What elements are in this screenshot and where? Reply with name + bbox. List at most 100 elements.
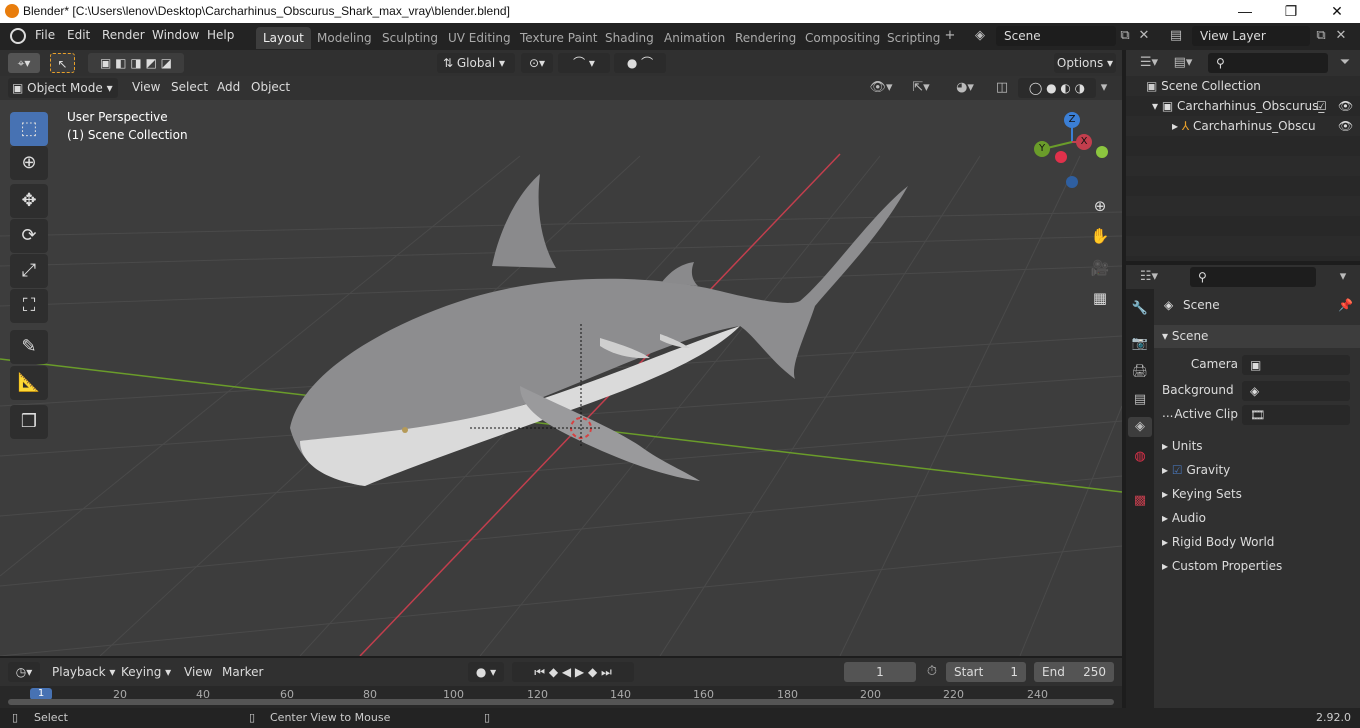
- timeline-editor-type-icon[interactable]: ◷▾: [8, 662, 40, 682]
- timeline-menu-marker[interactable]: Marker: [222, 665, 263, 679]
- audio-panel-header[interactable]: ▸ Audio: [1154, 507, 1360, 530]
- start-frame-field[interactable]: Start 1: [946, 662, 1026, 682]
- transform-orientation-dropdown[interactable]: ⇅ Global ▾: [437, 53, 515, 73]
- keying-sets-panel-header[interactable]: ▸ Keying Sets: [1154, 483, 1360, 506]
- xray-icon[interactable]: ◫: [992, 78, 1012, 98]
- tab-compositing[interactable]: Compositing: [798, 27, 887, 49]
- view-layer-tab-icon[interactable]: ▤: [1130, 390, 1150, 410]
- gizmo-x-axis[interactable]: X: [1076, 134, 1092, 150]
- outliner-row-collection[interactable]: ▾ ▣ Carcharhinus_Obscurus_ ☑ 👁: [1126, 96, 1360, 116]
- tab-texture-paint[interactable]: Texture Paint: [513, 27, 604, 49]
- shading-options-icon[interactable]: ▾: [1096, 78, 1112, 98]
- current-frame-field[interactable]: 1: [844, 662, 916, 682]
- shark-model[interactable]: [290, 174, 908, 486]
- filter-icon[interactable]: ⏷: [1336, 53, 1354, 73]
- rotate-tool[interactable]: ⟳: [10, 219, 48, 253]
- viewport-menu-add[interactable]: Add: [217, 80, 240, 94]
- world-tab-icon[interactable]: ◍: [1130, 447, 1150, 467]
- cursor-tool[interactable]: ⊕: [10, 146, 48, 180]
- add-cube-tool[interactable]: ❒: [10, 405, 48, 439]
- measure-tool[interactable]: 📐: [10, 366, 48, 400]
- selection-mode-icons[interactable]: ▣ ◧ ◨ ◩ ◪: [88, 53, 184, 73]
- timeline-menu-keying[interactable]: Keying ▾: [121, 665, 171, 679]
- tab-animation[interactable]: Animation: [657, 27, 732, 49]
- properties-editor-type-icon[interactable]: ☷▾: [1134, 267, 1164, 287]
- maximize-button[interactable]: ❐: [1268, 0, 1314, 23]
- collection-eye-icon[interactable]: 👁: [1338, 96, 1353, 116]
- annotate-tool[interactable]: ✎: [10, 330, 48, 364]
- units-panel-header[interactable]: ▸ Units: [1154, 435, 1360, 458]
- zoom-icon[interactable]: ⊕: [1086, 192, 1114, 220]
- editor-type-icon[interactable]: ⌖▾: [8, 53, 40, 73]
- timeline-scrollbar[interactable]: [8, 699, 1114, 705]
- menu-help[interactable]: Help: [207, 28, 234, 42]
- end-frame-field[interactable]: End 250: [1034, 662, 1114, 682]
- stopwatch-icon[interactable]: ⏱: [922, 662, 942, 682]
- pin-icon[interactable]: 📌: [1338, 294, 1353, 317]
- menu-file[interactable]: File: [35, 28, 55, 42]
- pivot-point-icon[interactable]: ⊙▾: [521, 53, 553, 73]
- close-button[interactable]: ✕: [1314, 0, 1360, 23]
- scene-icon[interactable]: ◈: [966, 26, 994, 46]
- playback-controls[interactable]: ⏮ ◆ ◀ ▶ ◆ ⏭: [512, 662, 634, 682]
- gravity-panel-header[interactable]: ▸ ☑ Gravity: [1154, 459, 1360, 482]
- properties-options-icon[interactable]: ▾: [1334, 267, 1352, 287]
- expand-arrow-icon[interactable]: ▸: [1172, 119, 1182, 133]
- gizmo-neg-z[interactable]: [1066, 176, 1078, 188]
- visibility-icon[interactable]: 👁▾: [866, 78, 896, 98]
- gizmo-toggle-icon[interactable]: ⇱▾: [902, 78, 940, 98]
- collection-checkbox[interactable]: ☑: [1316, 96, 1327, 116]
- scene-selector[interactable]: Scene: [996, 26, 1116, 46]
- display-mode-icon[interactable]: ▤▾: [1168, 53, 1198, 73]
- camera-view-icon[interactable]: 🎥: [1086, 254, 1114, 282]
- camera-field[interactable]: ▣: [1242, 355, 1350, 375]
- scene-tab-icon[interactable]: ◈: [1128, 417, 1152, 437]
- delete-scene-icon[interactable]: ✕: [1136, 26, 1152, 46]
- tab-uv-editing[interactable]: UV Editing: [441, 27, 518, 49]
- view-layer-selector[interactable]: View Layer: [1192, 26, 1310, 46]
- transform-tool[interactable]: ⛶: [10, 289, 48, 323]
- outliner-row-scene-collection[interactable]: ▣ Scene Collection: [1126, 76, 1360, 96]
- overlay-toggle-icon[interactable]: ◕▾: [946, 78, 984, 98]
- gizmo-z-axis[interactable]: Z: [1064, 112, 1080, 128]
- gizmo-neg-x[interactable]: [1055, 151, 1067, 163]
- tab-sculpting[interactable]: Sculpting: [375, 27, 445, 49]
- mode-dropdown[interactable]: ▣ Object Mode ▾: [8, 78, 118, 98]
- timeline-ruler[interactable]: 1 20 40 60 80 100 120 140 160 180 200 22…: [0, 686, 1122, 708]
- select-box-tool[interactable]: ⬚: [10, 112, 48, 146]
- 3d-viewport[interactable]: ⬚ ⊕ ✥ ⟳ ⤢ ⛶ ✎ 📐 ❒ User Perspective (1) S…: [0, 76, 1122, 656]
- tab-layout[interactable]: Layout: [256, 27, 311, 49]
- new-scene-icon[interactable]: ⧉: [1116, 26, 1134, 46]
- viewport-menu-select[interactable]: Select: [171, 80, 208, 94]
- menu-render[interactable]: Render: [102, 28, 145, 42]
- move-tool[interactable]: ✥: [10, 184, 48, 218]
- tab-rendering[interactable]: Rendering: [728, 27, 803, 49]
- properties-search-input[interactable]: ⚲: [1190, 267, 1316, 287]
- shading-mode-icons[interactable]: ◯ ● ◐ ◑: [1018, 78, 1096, 98]
- texture-tab-icon[interactable]: ▩: [1130, 491, 1150, 511]
- object-eye-icon[interactable]: 👁: [1338, 116, 1353, 136]
- options-dropdown[interactable]: Options ▾: [1054, 53, 1116, 73]
- tab-shading[interactable]: Shading: [598, 27, 661, 49]
- gravity-checkbox[interactable]: ☑: [1172, 463, 1183, 477]
- new-view-layer-icon[interactable]: ⧉: [1312, 26, 1330, 46]
- minimize-button[interactable]: —: [1222, 0, 1268, 23]
- scale-tool[interactable]: ⤢: [10, 254, 48, 288]
- add-workspace-icon[interactable]: +: [943, 26, 957, 46]
- pan-hand-icon[interactable]: ✋: [1086, 222, 1114, 250]
- rigid-body-world-panel-header[interactable]: ▸ Rigid Body World: [1154, 531, 1360, 554]
- viewport-menu-object[interactable]: Object: [251, 80, 290, 94]
- outliner-search-input[interactable]: ⚲: [1208, 53, 1328, 73]
- blender-menu-icon[interactable]: [10, 28, 26, 44]
- outliner-editor-type-icon[interactable]: ☰▾: [1134, 53, 1164, 73]
- ortho-grid-icon[interactable]: ▦: [1086, 284, 1114, 312]
- snap-icon[interactable]: ⌒ ▾: [558, 53, 610, 73]
- expand-arrow-icon[interactable]: ▾: [1152, 99, 1162, 113]
- scene-panel-header[interactable]: ▾ Scene: [1154, 325, 1360, 348]
- output-tab-icon[interactable]: 🖨: [1130, 362, 1150, 382]
- proportional-edit-icon[interactable]: ● ⌒: [614, 53, 666, 73]
- menu-edit[interactable]: Edit: [67, 28, 90, 42]
- custom-properties-panel-header[interactable]: ▸ Custom Properties: [1154, 555, 1360, 578]
- timeline-menu-playback[interactable]: Playback ▾: [52, 665, 115, 679]
- active-clip-field[interactable]: 🎞: [1242, 405, 1350, 425]
